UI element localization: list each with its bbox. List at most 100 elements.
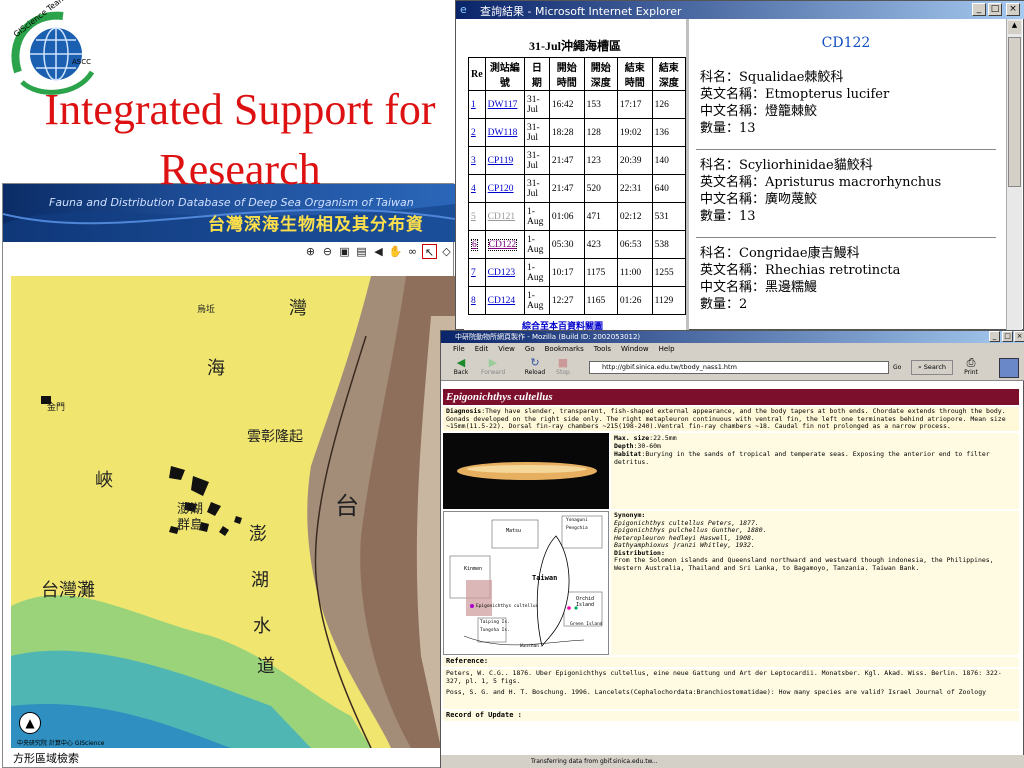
menu-window[interactable]: Window: [621, 343, 649, 355]
search-button[interactable]: ⌕ Search: [911, 360, 953, 375]
menu-bookmarks[interactable]: Bookmarks: [545, 343, 584, 355]
map-label-wan: 灣: [289, 298, 307, 319]
ie-window-title: 查詢結果 - Microsoft Internet Explorer: [480, 5, 682, 18]
frame-divider[interactable]: [686, 19, 689, 331]
station-code-link[interactable]: CD122: [487, 238, 518, 251]
layer-icon[interactable]: ▣: [337, 244, 352, 259]
species-english-name: 英文名稱：Apristurus macrorhynchus: [700, 175, 942, 190]
row-number-link[interactable]: 7: [471, 268, 476, 278]
back-button[interactable]: ◀ Back: [449, 356, 473, 377]
menu-go[interactable]: Go: [525, 343, 535, 355]
row-number-link[interactable]: 6: [471, 238, 478, 251]
back-icon[interactable]: ◀: [371, 244, 386, 259]
bathymetry-map[interactable]: 灣 烏坵 海 金門 雲彰隆起 峽 澎湖 群島 澎 湖 水 道 台灣灘 台 ▲ 中…: [11, 276, 457, 748]
menu-help[interactable]: Help: [659, 343, 675, 355]
map-label-hai: 海: [207, 358, 225, 379]
minimap-label: Taiwan: [532, 574, 558, 582]
vertical-scrollbar[interactable]: ▲: [1006, 19, 1022, 331]
map-toolbar: ⊕ ⊖ ▣ ▤ ◀ ✋ ∞ ↖ ◇: [303, 244, 454, 260]
habitat-row: Habitat:Burying in the sands of tropical…: [614, 450, 990, 466]
close-button[interactable]: ×: [1014, 331, 1024, 342]
menu-tools[interactable]: Tools: [594, 343, 611, 355]
station-code-link[interactable]: CP119: [488, 156, 514, 166]
map-label-yunzhang: 雲彰隆起: [247, 429, 303, 445]
minimap-label: Pengchia: [566, 526, 588, 531]
zoom-out-icon[interactable]: ⊖: [320, 244, 335, 259]
binoculars-icon[interactable]: ∞: [405, 244, 420, 259]
table-cell-code: CD122: [484, 230, 525, 259]
menu-view[interactable]: View: [498, 343, 515, 355]
status-bar: Transferring data from gbif.sinica.edu.t…: [441, 755, 1024, 768]
table-cell-date: 1-Aug: [523, 286, 550, 315]
table-cell-code: CD121: [484, 202, 525, 231]
station-table-title: 31-Jul沖繩海槽區: [528, 39, 621, 53]
maximize-button[interactable]: □: [1002, 331, 1013, 342]
stop-icon: ■: [557, 356, 569, 369]
station-code-link[interactable]: DW118: [488, 128, 518, 138]
table-cell-no: 7: [468, 258, 486, 287]
table-cell-date: 31-Jul: [523, 118, 550, 147]
table-cell-code: DW118: [484, 118, 525, 147]
station-table-header: Re 測站編號 日期 開始時間 開始深度 結束時間 結束深度: [468, 57, 686, 91]
table-cell-no: 6: [468, 230, 486, 259]
zoom-in-icon[interactable]: ⊕: [303, 244, 318, 259]
minimap-label: Kinmen: [464, 566, 483, 572]
table-cell-date: 1-Aug: [523, 258, 550, 287]
scroll-thumb[interactable]: [1008, 37, 1021, 187]
minimap-label: Yonaguni: [566, 518, 588, 523]
print-button[interactable]: ⎙ Print: [959, 357, 983, 377]
minimize-button[interactable]: _: [972, 3, 986, 16]
table-cell-sdepth: 520: [583, 174, 618, 203]
go-button[interactable]: Go: [893, 361, 905, 374]
table-cell-date: 1-Aug: [523, 202, 550, 231]
station-code-link[interactable]: DW117: [488, 100, 518, 110]
minimap-label: Orchid Island: [576, 596, 595, 608]
menu-file[interactable]: File: [453, 343, 465, 355]
table-cell-edepth: 538: [651, 230, 686, 259]
slide-title-line1: Integrated Support for: [44, 85, 436, 134]
table-cell-sdepth: 123: [583, 146, 618, 175]
maximize-button[interactable]: □: [988, 3, 1002, 16]
url-input[interactable]: http://gbif.sinica.edu.tw/tbody_nass1.ht…: [589, 361, 889, 374]
print-icon[interactable]: ▤: [354, 244, 369, 259]
back-arrow-icon: ◀: [456, 356, 466, 369]
table-cell-start: 05:30: [548, 230, 585, 259]
rectangle-search-link[interactable]: 方形區域檢索: [13, 750, 79, 766]
table-cell-start: 01:06: [548, 202, 585, 231]
select-icon[interactable]: ↖: [422, 244, 437, 259]
scroll-up-icon[interactable]: ▲: [1008, 21, 1021, 34]
column-header: 測站編號: [484, 57, 525, 91]
column-header: 結束深度: [651, 57, 686, 91]
species-count: 數量：13: [700, 121, 756, 136]
table-cell-date: 31-Jul: [523, 146, 550, 175]
station-code-link[interactable]: CD124: [488, 296, 515, 306]
table-cell-sdepth: 153: [583, 90, 618, 119]
erase-icon[interactable]: ◇: [439, 244, 454, 259]
species-result-frame: CD122 科名：Squalidae棘鮫科 英文名稱：Etmopterus lu…: [696, 23, 1006, 331]
table-cell-date: 31-Jul: [523, 90, 550, 119]
table-row: 7 CD123 1-Aug 10:17 1175 11:00 1255: [468, 258, 686, 287]
forward-button[interactable]: ▶ Forward: [481, 356, 505, 377]
species-family: 科名：Squalidae棘鮫科: [700, 70, 844, 85]
facts-section: Max. size:22.5mm Depth:30-60m Habitat:Bu…: [611, 433, 1019, 509]
row-number-link[interactable]: 5: [471, 212, 476, 222]
species-english-name: 英文名稱：Etmopterus lucifer: [700, 87, 890, 102]
close-button[interactable]: ×: [1006, 3, 1020, 16]
max-size-row: Max. size:22.5mm: [614, 434, 677, 442]
station-code-link[interactable]: CP120: [488, 184, 514, 194]
minimize-button[interactable]: _: [989, 331, 1000, 342]
station-code-link[interactable]: CD121: [488, 212, 515, 222]
forward-arrow-icon: ▶: [488, 356, 498, 369]
reload-button[interactable]: ↻ Reload: [523, 357, 547, 377]
map-window: Fauna and Distribution Database of Deep …: [2, 183, 457, 768]
minimap-label: Wanshan: [520, 644, 539, 649]
reference-item: Peters, W. C.G.. 1876. Uber Epigonichthy…: [446, 669, 1002, 685]
stop-button[interactable]: ■ Stop: [551, 356, 575, 377]
map-label-kinmen: 金門: [47, 403, 66, 413]
station-code-link[interactable]: CD123: [488, 268, 515, 278]
menu-edit[interactable]: Edit: [475, 343, 489, 355]
depth-row: Depth:30-60m: [614, 442, 661, 450]
status-text: Transferring data from gbif.sinica.edu.t…: [531, 758, 658, 765]
row-number-link[interactable]: 8: [471, 296, 476, 306]
pan-icon[interactable]: ✋: [388, 244, 403, 259]
